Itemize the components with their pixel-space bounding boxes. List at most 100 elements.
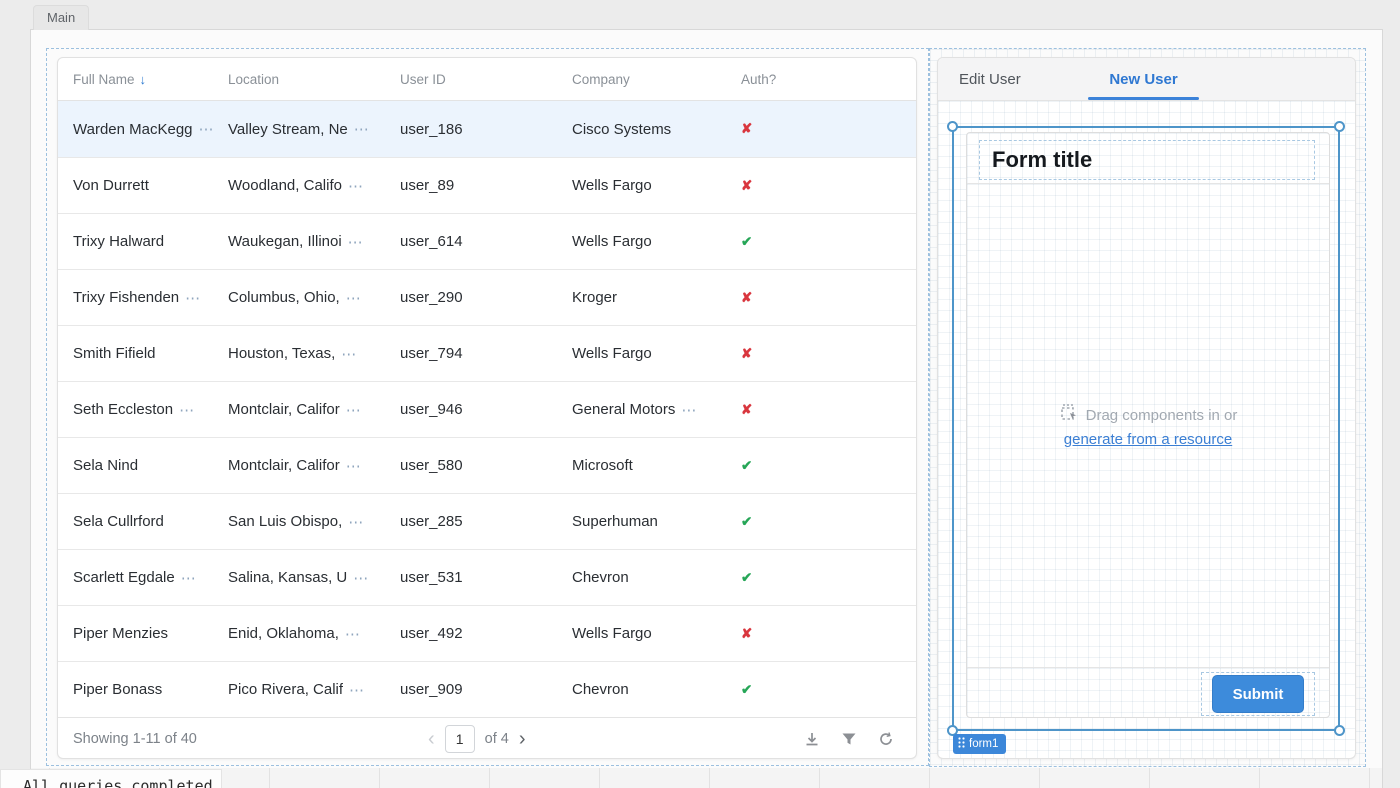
table-row[interactable]: Smith FifieldHouston, Texas,⋯user_794Wel… [58, 325, 916, 381]
table-row[interactable]: Trixy Fishenden⋯Columbus, Ohio,⋯user_290… [58, 269, 916, 325]
table-cell[interactable]: Seth Eccleston⋯ [58, 401, 228, 419]
table-cell[interactable]: Wells Fargo [572, 177, 741, 194]
table-row[interactable]: Piper MenziesEnid, Oklahoma,⋯user_492Wel… [58, 605, 916, 661]
table-cell[interactable]: Trixy Halward [58, 233, 228, 250]
cell-overflow-icon[interactable]: ⋯ [185, 289, 200, 307]
table-cell[interactable]: Enid, Oklahoma,⋯ [228, 625, 400, 643]
table-cell[interactable]: user_285 [400, 513, 572, 530]
cell-overflow-icon[interactable]: ⋯ [199, 120, 214, 138]
table-cell[interactable]: Scarlett Egdale⋯ [58, 569, 228, 587]
cell-overflow-icon[interactable]: ⋯ [681, 401, 696, 419]
table-cell[interactable]: Chevron [572, 569, 741, 586]
table-row[interactable]: Trixy HalwardWaukegan, Illinoi⋯user_614W… [58, 213, 916, 269]
next-page-button[interactable]: › [519, 729, 526, 749]
table-cell-auth[interactable]: ✘ [741, 346, 861, 362]
table-cell[interactable]: user_946 [400, 401, 572, 418]
table-cell[interactable]: Wells Fargo [572, 233, 741, 250]
table-row[interactable]: Piper BonassPico Rivera, Calif⋯user_909C… [58, 661, 916, 717]
users-table[interactable]: Full Name↓LocationUser IDCompanyAuth? Wa… [57, 57, 917, 759]
table-cell[interactable]: Montclair, Califor⋯ [228, 401, 400, 419]
page-number-input[interactable] [445, 725, 475, 753]
tab-new-user[interactable]: New User [1088, 58, 1199, 101]
table-cell[interactable]: Chevron [572, 681, 741, 698]
table-row[interactable]: Sela CullrfordSan Luis Obispo,⋯user_285S… [58, 493, 916, 549]
table-cell[interactable]: user_580 [400, 457, 572, 474]
tab-edit-user[interactable]: Edit User [959, 58, 1021, 101]
table-cell[interactable]: Wells Fargo [572, 625, 741, 642]
cell-overflow-icon[interactable]: ⋯ [348, 513, 363, 531]
table-cell[interactable]: Cisco Systems [572, 121, 741, 138]
table-cell[interactable]: Trixy Fishenden⋯ [58, 289, 228, 307]
table-cell[interactable]: Montclair, Califor⋯ [228, 457, 400, 475]
table-row[interactable]: Warden MacKegg⋯Valley Stream, Ne⋯user_18… [58, 101, 916, 157]
table-cell[interactable]: Smith Fifield [58, 345, 228, 362]
table-cell[interactable]: Piper Bonass [58, 681, 228, 698]
table-cell[interactable]: user_531 [400, 569, 572, 586]
table-cell[interactable]: Microsoft [572, 457, 741, 474]
table-cell-auth[interactable]: ✘ [741, 402, 861, 418]
table-cell-auth[interactable]: ✔ [741, 514, 861, 530]
table-cell-auth[interactable]: ✘ [741, 121, 861, 137]
table-cell[interactable]: Salina, Kansas, U⋯ [228, 569, 400, 587]
column-header-user-id[interactable]: User ID [400, 72, 572, 87]
table-cell[interactable]: Wells Fargo [572, 345, 741, 362]
table-cell[interactable]: user_614 [400, 233, 572, 250]
table-row[interactable]: Seth Eccleston⋯Montclair, Califor⋯user_9… [58, 381, 916, 437]
table-cell[interactable]: Von Durrett [58, 177, 228, 194]
table-row[interactable]: Sela NindMontclair, Califor⋯user_580Micr… [58, 437, 916, 493]
column-header-location[interactable]: Location [228, 72, 400, 87]
cell-overflow-icon[interactable]: ⋯ [346, 457, 361, 475]
table-cell-auth[interactable]: ✘ [741, 178, 861, 194]
table-cell[interactable]: user_909 [400, 681, 572, 698]
column-header-auth-[interactable]: Auth? [741, 72, 861, 87]
table-cell[interactable]: user_794 [400, 345, 572, 362]
resize-handle-top-left[interactable] [947, 121, 958, 132]
table-cell[interactable]: Columbus, Ohio,⋯ [228, 289, 400, 307]
cell-overflow-icon[interactable]: ⋯ [345, 625, 360, 643]
table-cell[interactable]: Sela Nind [58, 457, 228, 474]
table-cell[interactable]: user_492 [400, 625, 572, 642]
prev-page-button[interactable]: ‹ [428, 729, 435, 749]
column-header-full-name[interactable]: Full Name↓ [58, 72, 228, 87]
table-cell[interactable]: user_89 [400, 177, 572, 194]
table-cell[interactable]: San Luis Obispo,⋯ [228, 513, 400, 531]
table-cell[interactable]: Waukegan, Illinoi⋯ [228, 233, 400, 251]
table-row[interactable]: Scarlett Egdale⋯Salina, Kansas, U⋯user_5… [58, 549, 916, 605]
table-cell[interactable]: Superhuman [572, 513, 741, 530]
cell-overflow-icon[interactable]: ⋯ [346, 401, 361, 419]
table-cell[interactable]: Sela Cullrford [58, 513, 228, 530]
cell-overflow-icon[interactable]: ⋯ [353, 569, 368, 587]
table-cell-auth[interactable]: ✔ [741, 682, 861, 698]
table-cell-auth[interactable]: ✔ [741, 458, 861, 474]
table-cell[interactable]: Kroger [572, 289, 741, 306]
cell-overflow-icon[interactable]: ⋯ [348, 233, 363, 251]
component-name-badge[interactable]: form1 [953, 734, 1006, 754]
table-cell[interactable]: Houston, Texas,⋯ [228, 345, 400, 363]
table-cell-auth[interactable]: ✔ [741, 234, 861, 250]
resize-handle-bottom-right[interactable] [1334, 725, 1345, 736]
form-title-selection[interactable]: Form title [979, 140, 1315, 180]
generate-from-resource-link[interactable]: generate from a resource [1064, 431, 1232, 448]
table-cell-auth[interactable]: ✘ [741, 626, 861, 642]
table-cell[interactable]: Woodland, Califo⋯ [228, 177, 400, 195]
cell-overflow-icon[interactable]: ⋯ [181, 569, 196, 587]
table-cell[interactable]: Pico Rivera, Calif⋯ [228, 681, 400, 699]
form-drop-zone[interactable]: Drag components in or generate from a re… [967, 183, 1329, 667]
cell-overflow-icon[interactable]: ⋯ [341, 345, 356, 363]
cell-overflow-icon[interactable]: ⋯ [348, 177, 363, 195]
main-canvas-tab[interactable]: Main [33, 5, 89, 30]
cell-overflow-icon[interactable]: ⋯ [179, 401, 194, 419]
cell-overflow-icon[interactable]: ⋯ [354, 120, 369, 138]
table-cell[interactable]: Piper Menzies [58, 625, 228, 642]
table-cell-auth[interactable]: ✘ [741, 290, 861, 306]
submit-button[interactable]: Submit [1212, 675, 1304, 713]
refresh-icon[interactable] [878, 731, 894, 747]
table-cell[interactable]: user_290 [400, 289, 572, 306]
form-component[interactable]: Form title Drag components in or generat… [966, 132, 1330, 718]
download-icon[interactable] [804, 731, 820, 747]
table-row[interactable]: Von DurrettWoodland, Califo⋯user_89Wells… [58, 157, 916, 213]
resize-handle-top-right[interactable] [1334, 121, 1345, 132]
cell-overflow-icon[interactable]: ⋯ [346, 289, 361, 307]
filter-icon[interactable] [841, 731, 857, 747]
cell-overflow-icon[interactable]: ⋯ [349, 681, 364, 699]
